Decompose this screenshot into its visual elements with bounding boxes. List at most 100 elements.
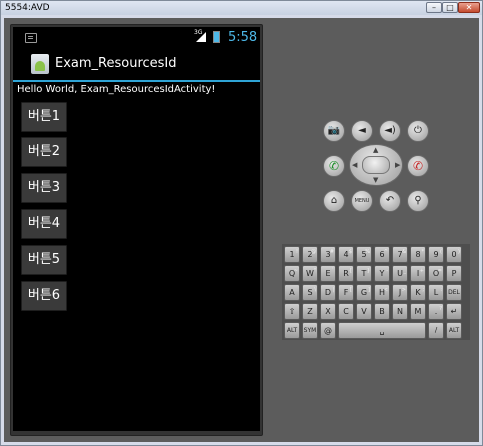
key-sub-label: & (402, 249, 406, 255)
dpad-up-icon[interactable]: ▲ (373, 146, 378, 154)
key-label: SYM (303, 327, 317, 334)
menu-button[interactable]: MENU (351, 190, 373, 212)
key-label: K (415, 288, 421, 297)
key-i[interactable]: I + (410, 265, 426, 282)
key-sub-label: \ (314, 287, 316, 293)
power-button[interactable]: ⏻ (407, 120, 429, 142)
key-1[interactable]: 1! (284, 246, 300, 263)
app-title: Exam_ResourcesId (55, 56, 177, 71)
status-clock: 5:58 (228, 30, 258, 45)
key-u[interactable]: U _ (392, 265, 408, 282)
key-enter[interactable]: ↵ (446, 303, 462, 320)
key-p[interactable]: P (446, 265, 462, 282)
controls-panel (269, 18, 479, 442)
key-q[interactable]: Q ~ (284, 265, 300, 282)
key-label: S (307, 288, 313, 297)
key-g[interactable]: G] (356, 284, 372, 301)
key-d[interactable]: D | (320, 284, 336, 301)
key-sub-label: % (365, 249, 370, 255)
button-1[interactable]: 버튼1 (21, 102, 67, 132)
volume-down-button[interactable]: ◄ (351, 120, 373, 142)
key-e[interactable]: E ` (320, 265, 336, 282)
call-button[interactable]: ✆ (323, 155, 345, 177)
key-label: . (434, 307, 438, 316)
dpad-center-button[interactable] (362, 156, 390, 174)
title-divider (13, 80, 260, 82)
device-screen[interactable]: 3G 5:58 Exam_ResourcesId Hello World, Ex… (13, 27, 260, 431)
search-button[interactable]: ⚲ (407, 190, 429, 212)
key-r[interactable]: R{ (338, 265, 354, 282)
volume-up-button[interactable]: ◄) (379, 120, 401, 142)
button-5[interactable]: 버튼5 (21, 245, 67, 275)
key-x[interactable]: X (320, 303, 336, 320)
dpad-right-icon[interactable]: ▶ (395, 161, 400, 169)
key-c[interactable]: C (338, 303, 354, 320)
key-at[interactable]: @ (320, 322, 336, 339)
key-f[interactable]: F[ (338, 284, 354, 301)
home-button[interactable]: ⌂ (323, 190, 345, 212)
dpad-down-icon[interactable]: ▼ (373, 176, 378, 184)
close-button[interactable]: ✕ (458, 2, 480, 13)
key-sub-label: + (419, 268, 424, 274)
key-label: ALT (286, 327, 298, 334)
key-label: Y (379, 269, 385, 278)
key-v[interactable]: V (356, 303, 372, 320)
battery-icon (213, 31, 220, 43)
key-4[interactable]: 4 $ (338, 246, 354, 263)
key-delete[interactable]: DEL (446, 284, 462, 301)
key-0[interactable]: 0) (446, 246, 462, 263)
minimize-button[interactable]: – (426, 2, 442, 13)
button-4[interactable]: 버튼4 (21, 209, 67, 239)
key-sub-label: < (383, 287, 388, 293)
key-9[interactable]: 9( (428, 246, 444, 263)
key-s[interactable]: S \ (302, 284, 318, 301)
key-label: G (360, 288, 368, 297)
key-6[interactable]: 6 ^ (374, 246, 390, 263)
key-alt-right[interactable]: ALT (446, 322, 462, 339)
dpad-left-icon[interactable]: ◀ (352, 161, 357, 169)
key-label: C (343, 307, 349, 316)
key-y[interactable]: Y- (374, 265, 390, 282)
android-app-icon (31, 54, 49, 74)
key-slash[interactable]: / (428, 322, 444, 339)
key-h[interactable]: H < (374, 284, 390, 301)
key-label: E (325, 269, 331, 278)
title-bar[interactable]: 5554:AVD (1, 1, 482, 15)
key-sym[interactable]: SYM (302, 322, 318, 339)
key-space[interactable]: ␣ (338, 322, 426, 339)
key-alt-left[interactable]: ALT (284, 322, 300, 339)
button-6[interactable]: 버튼6 (21, 281, 67, 311)
back-button[interactable]: ↶ (379, 190, 401, 212)
key-2[interactable]: 2 @ (302, 246, 318, 263)
key-a[interactable]: A (284, 284, 300, 301)
camera-button[interactable]: 📷 (323, 120, 345, 142)
key-b[interactable]: B (374, 303, 390, 320)
key-t[interactable]: T} (356, 265, 372, 282)
button-2[interactable]: 버튼2 (21, 137, 67, 167)
key-k[interactable]: K; (410, 284, 426, 301)
key-shift[interactable]: ⇧ (284, 303, 300, 320)
end-call-button[interactable]: ✆ (407, 155, 429, 177)
key-n[interactable]: N (392, 303, 408, 320)
key-period[interactable]: .? (428, 303, 444, 320)
key-sub-label: * (421, 249, 425, 255)
key-label: V (361, 307, 367, 316)
key-w[interactable]: W " (302, 265, 318, 282)
key-z[interactable]: Z (302, 303, 318, 320)
key-5[interactable]: 5% (356, 246, 372, 263)
button-3[interactable]: 버튼3 (21, 173, 67, 203)
key-3[interactable]: 3 # (320, 246, 336, 263)
key-o[interactable]: O = (428, 265, 444, 282)
key-label: T (361, 269, 367, 278)
key-label: ␣ (379, 326, 385, 335)
key-sub-label: ) (458, 249, 460, 255)
key-7[interactable]: 7 & (392, 246, 408, 263)
key-j[interactable]: J > (392, 284, 408, 301)
key-m[interactable]: M (410, 303, 426, 320)
key-8[interactable]: 8 * (410, 246, 426, 263)
key-sub-label: ; (422, 287, 424, 293)
key-sub-label: > (401, 287, 406, 293)
key-l[interactable]: L: (428, 284, 444, 301)
maximize-button[interactable]: □ (442, 2, 458, 13)
key-sub-label: | (332, 287, 334, 293)
